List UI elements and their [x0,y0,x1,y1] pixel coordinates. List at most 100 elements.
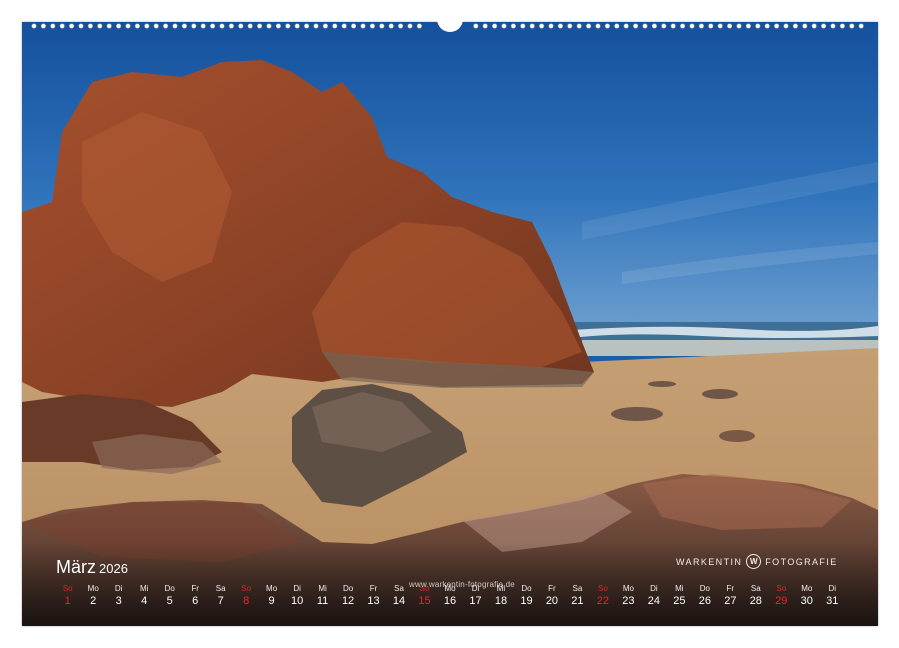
day-cell: Mi 4 [131,584,156,608]
day-cell: Mo 30 [794,584,819,608]
brand-right-text: FOTOGRAFIE [765,556,838,567]
weekday-label: Mo [266,584,278,593]
weekday-label: Do [699,584,710,593]
day-cell: Sa 7 [208,584,233,608]
day-number: 10 [290,595,304,607]
day-cell: So 15 [412,584,437,608]
weekday-label: Mi [318,584,327,593]
day-cell: Do 12 [335,584,360,608]
day-number: 22 [596,595,610,607]
weekday-label: So [776,584,787,593]
day-cell: Mi 18 [488,584,513,608]
day-cell: Mo 23 [616,584,641,608]
weekday-label: Fr [548,584,556,593]
weekday-label: Sa [750,584,761,593]
day-number: 13 [367,595,380,607]
day-cell: Sa 28 [743,584,768,608]
day-number: 25 [673,595,686,607]
day-number: 9 [268,595,275,607]
day-number: 6 [192,595,199,607]
day-number: 12 [341,595,355,607]
brand-logo: WARKENTIN W FOTOGRAFIE [676,554,838,569]
weekday-label: So [598,584,608,593]
weekday-label: Fr [726,584,735,593]
weekday-label: Do [164,584,175,593]
day-cell: Mo 2 [80,584,105,608]
weekday-label: Di [650,584,658,593]
weekday-label: Di [114,584,123,593]
day-cell: Mi 25 [667,584,692,608]
day-cell: So 29 [769,584,794,608]
brand-w-icon: W [746,554,762,569]
day-number: 20 [545,595,559,607]
weekday-label: Sa [572,584,583,593]
month-name: März [56,557,96,577]
day-number: 27 [724,595,737,607]
weekday-label: So [241,584,252,593]
day-number: 19 [520,595,533,607]
weekday-label: Mo [622,584,634,593]
weekday-label: Mi [139,584,149,593]
day-cell: Mo 16 [437,584,462,608]
day-cell: Do 26 [692,584,717,608]
day-number: 23 [622,595,635,607]
brand-left-text: WARKENTIN [676,556,743,567]
day-cell: Fr 6 [182,584,207,608]
day-number: 1 [64,595,71,607]
day-cell: Di 24 [641,584,666,608]
weekday-label: Mi [496,584,506,593]
day-number: 29 [775,595,788,607]
month-year: 2026 [99,561,128,576]
day-number: 18 [494,595,508,607]
day-number: 21 [571,595,584,607]
weekday-label: Mi [675,584,684,593]
month-heading: März 2026 [56,557,128,578]
weekday-label: Fr [191,584,199,593]
day-cell: Do 19 [514,584,539,608]
day-cell: Sa 14 [386,584,411,608]
day-number: 4 [141,595,148,607]
day-number: 5 [166,595,173,607]
day-cell: Fr 27 [718,584,743,608]
day-number: 30 [800,595,813,607]
weekday-label: Mo [87,584,99,593]
day-cell: Di 31 [820,584,845,608]
weekday-label: Mo [801,584,813,593]
weekday-label: So [419,584,430,593]
day-number: 3 [115,595,122,607]
day-cell: So 22 [590,584,615,608]
day-number: 17 [469,595,482,607]
day-number: 16 [443,595,457,607]
day-cell: Do 5 [157,584,182,608]
day-number: 28 [749,595,762,607]
calendar-page: www.warkentin-fotografie.de [22,22,878,626]
day-number: 11 [316,595,329,607]
day-cell: So 8 [233,584,258,608]
weekday-label: Sa [394,584,404,593]
weekday-label: So [62,584,73,593]
day-cell: Fr 20 [539,584,564,608]
weekday-label: Di [828,584,837,593]
day-number: 2 [90,595,97,607]
day-number: 7 [217,595,224,607]
weekday-label: Do [342,584,354,593]
day-number: 14 [392,595,406,607]
day-row: So 1 Mo 2 Di 3 Mi 4 Do 5 Fr 6 Sa 7 So 8 Mo 9 Di 10 Mi 11 Do 12 F… [55,584,845,608]
day-cell: Fr 13 [361,584,386,608]
weekday-label: Fr [369,584,378,593]
day-number: 31 [826,595,839,607]
day-cell: Mo 9 [259,584,284,608]
weekday-label: Di [293,584,301,593]
weekday-label: Do [521,584,532,593]
weekday-label: Mo [444,584,456,593]
weekday-label: Sa [215,584,226,593]
day-cell: Sa 21 [565,584,590,608]
day-cell: Mi 11 [310,584,335,608]
day-number: 15 [418,595,431,607]
day-cell: Di 3 [106,584,131,608]
weekday-label: Di [471,584,480,593]
day-cell: So 1 [55,584,80,608]
day-number: 26 [698,595,711,607]
day-number: 8 [243,595,250,607]
day-cell: Di 10 [284,584,309,608]
